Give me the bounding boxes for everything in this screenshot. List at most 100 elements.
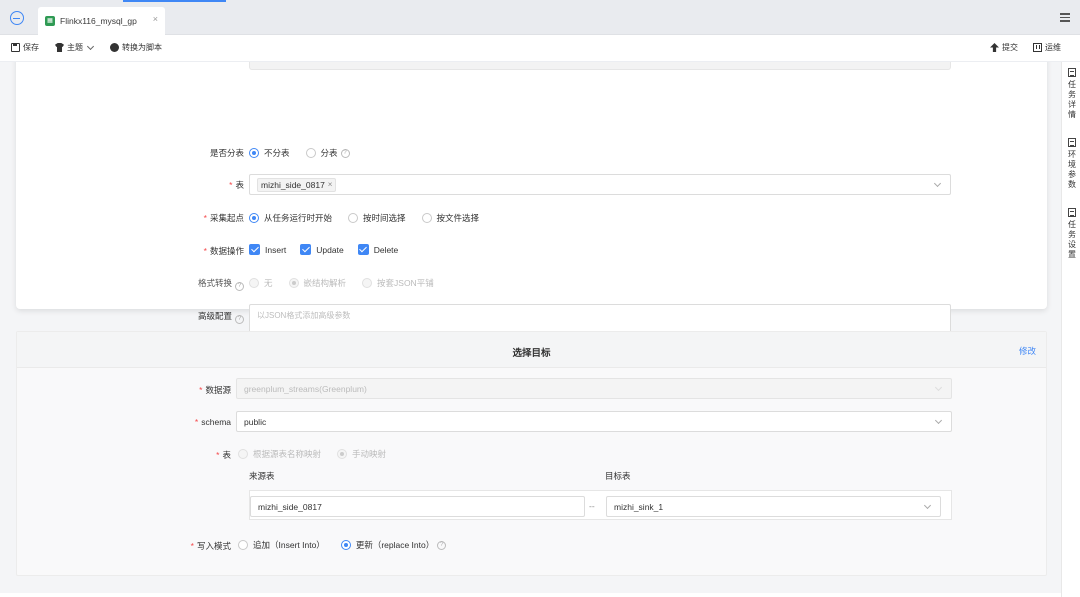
toolbar: 保存 主题 转换为脚本 提交 运维 xyxy=(0,35,1080,62)
radio-by-file[interactable] xyxy=(421,213,432,223)
sidebar-item-label: 任务设置 xyxy=(1067,220,1077,260)
checkbox-insert[interactable] xyxy=(249,244,260,255)
schema-label: * schema xyxy=(194,417,231,427)
radio-format-flatten xyxy=(362,278,373,288)
edit-link[interactable]: 修改 xyxy=(1019,345,1036,357)
active-tab-indicator xyxy=(123,0,226,2)
chevron-down-icon xyxy=(934,416,943,425)
main-content[interactable]: 是否分表 不分表 分表 ? * 表 mizhi_side_0817 × * 采集起点… xyxy=(0,62,1061,597)
close-icon[interactable]: × xyxy=(328,180,333,189)
split-table-label: 是否分表 xyxy=(209,148,244,158)
source-table-header: 来源表 xyxy=(249,471,275,481)
close-icon[interactable]: × xyxy=(153,15,158,24)
flink-task-icon: ▦ xyxy=(45,16,55,26)
option-format-nested: 嵌结构解析 xyxy=(303,278,347,288)
help-icon[interactable]: ? xyxy=(437,540,447,550)
chevron-down-icon xyxy=(934,383,943,392)
radio-no-split[interactable] xyxy=(249,148,259,158)
format-convert-label: 格式转换? xyxy=(166,277,244,291)
radio-replace-into[interactable] xyxy=(340,540,351,550)
tab-flinkx116-mysql-gp[interactable]: ▦ Flinkx116_mysql_gp × xyxy=(38,7,165,35)
advanced-config-label: 高级配置? xyxy=(166,310,244,324)
sidebar-item-env-params[interactable]: 环境参数 xyxy=(1062,138,1080,190)
settings-doc-icon xyxy=(1067,208,1076,217)
option-map-by-name: 根据源表名称映射 xyxy=(253,449,322,459)
radio-manual-map xyxy=(337,449,348,459)
option-update[interactable]: Update xyxy=(316,245,343,255)
tab-list-icon[interactable] xyxy=(1060,13,1070,22)
save-label: 保存 xyxy=(23,43,39,52)
mapping-source-input[interactable]: mizhi_side_0817 xyxy=(250,496,585,517)
checkbox-delete[interactable] xyxy=(357,244,369,255)
schema-select[interactable]: public xyxy=(236,411,952,432)
help-icon[interactable]: ? xyxy=(235,315,244,324)
checkbox-update[interactable] xyxy=(300,244,312,255)
help-icon[interactable]: ? xyxy=(235,282,244,291)
document-icon xyxy=(1067,68,1076,77)
radio-format-nested xyxy=(288,278,299,288)
write-mode-label: * 写入模式 xyxy=(190,541,231,551)
convert-to-script-button[interactable]: 转换为脚本 xyxy=(110,42,162,53)
shirt-icon xyxy=(55,43,64,52)
save-icon xyxy=(11,43,20,52)
sidebar-item-task-settings[interactable]: 任务设置 xyxy=(1062,208,1080,260)
right-sidebar: 任务详情 环境参数 任务设置 xyxy=(1061,62,1080,597)
table-row: mizhi_side_0817 -- mizhi_sink_1 xyxy=(249,490,952,520)
write-mode-radio-group: 追加（Insert Into） 更新（replace Into） ? xyxy=(238,539,447,551)
sidebar-item-label: 任务详情 xyxy=(1067,80,1077,120)
option-by-file[interactable]: 按文件选择 xyxy=(437,212,480,224)
schema-value: public xyxy=(244,416,267,427)
ops-icon xyxy=(1033,43,1042,52)
option-from-run[interactable]: 从任务运行时开始 xyxy=(264,212,332,224)
help-icon[interactable]: ? xyxy=(340,148,350,158)
target-table-label: * 表 xyxy=(216,450,231,460)
ops-button[interactable]: 运维 xyxy=(1033,42,1061,53)
datasource-value: greenplum_streams(Greenplum) xyxy=(244,383,367,394)
theme-dropdown[interactable]: 主题 xyxy=(55,42,95,53)
previous-field-bottom xyxy=(249,62,951,70)
option-format-none: 无 xyxy=(264,278,273,288)
source-table-select[interactable]: mizhi_side_0817 × xyxy=(249,174,951,195)
mapping-target-select[interactable]: mizhi_sink_1 xyxy=(606,496,941,517)
advanced-config-placeholder: 以JSON格式添加高级参数 xyxy=(257,311,351,320)
option-delete[interactable]: Delete xyxy=(374,245,399,255)
option-insert[interactable]: Insert xyxy=(265,245,286,255)
home-icon[interactable] xyxy=(10,11,24,25)
datasource-label: * 数据源 xyxy=(199,385,231,395)
source-card: 是否分表 不分表 分表 ? * 表 mizhi_side_0817 × * 采集起点… xyxy=(16,62,1047,350)
target-card-header: 选择目标 修改 xyxy=(17,332,1046,368)
data-ops-checkbox-group: Insert Update Delete xyxy=(249,244,412,255)
target-table-header: 目标表 xyxy=(605,471,631,481)
option-format-flatten: 按套JSON平铺 xyxy=(377,278,434,288)
option-manual-map: 手动映射 xyxy=(352,449,387,459)
option-by-time[interactable]: 按时间选择 xyxy=(363,212,406,224)
split-table-radio-group: 不分表 分表 ? xyxy=(249,147,350,159)
sidebar-item-task-detail[interactable]: 任务详情 xyxy=(1062,68,1080,120)
table-mapping-radio-group: 根据源表名称映射 手动映射 xyxy=(238,448,400,460)
option-insert-into[interactable]: 追加（Insert Into） xyxy=(253,539,325,551)
ops-label: 运维 xyxy=(1045,43,1061,52)
chevron-down-icon xyxy=(923,501,932,510)
convert-label: 转换为脚本 xyxy=(122,43,162,52)
source-table-label: * 表 xyxy=(229,180,244,190)
option-no-split[interactable]: 不分表 xyxy=(264,147,290,159)
option-replace-into[interactable]: 更新（replace Into） xyxy=(356,539,434,551)
tab-title: Flinkx116_mysql_gp xyxy=(60,16,137,26)
table-mapping: 来源表 目标表 mizhi_side_0817 -- mizhi_sink_1 xyxy=(249,465,952,520)
option-split[interactable]: 分表 xyxy=(321,147,338,159)
radio-format-none xyxy=(249,278,259,288)
radio-insert-into[interactable] xyxy=(238,540,248,550)
page-bottom-strip xyxy=(0,593,1061,597)
submit-button[interactable]: 提交 xyxy=(990,42,1018,53)
mapping-separator: -- xyxy=(589,501,595,511)
format-convert-radio-group: 无 嵌结构解析 按套JSON平铺 xyxy=(249,277,448,289)
save-button[interactable]: 保存 xyxy=(11,42,39,53)
radio-from-run[interactable] xyxy=(249,213,259,223)
submit-label: 提交 xyxy=(1002,43,1018,52)
table-tag: mizhi_side_0817 × xyxy=(257,177,337,192)
radio-split[interactable] xyxy=(305,148,316,158)
radio-by-time[interactable] xyxy=(348,213,359,223)
target-card-title: 选择目标 xyxy=(512,348,551,359)
radio-map-by-name xyxy=(238,449,248,459)
grid-icon xyxy=(1067,138,1076,147)
